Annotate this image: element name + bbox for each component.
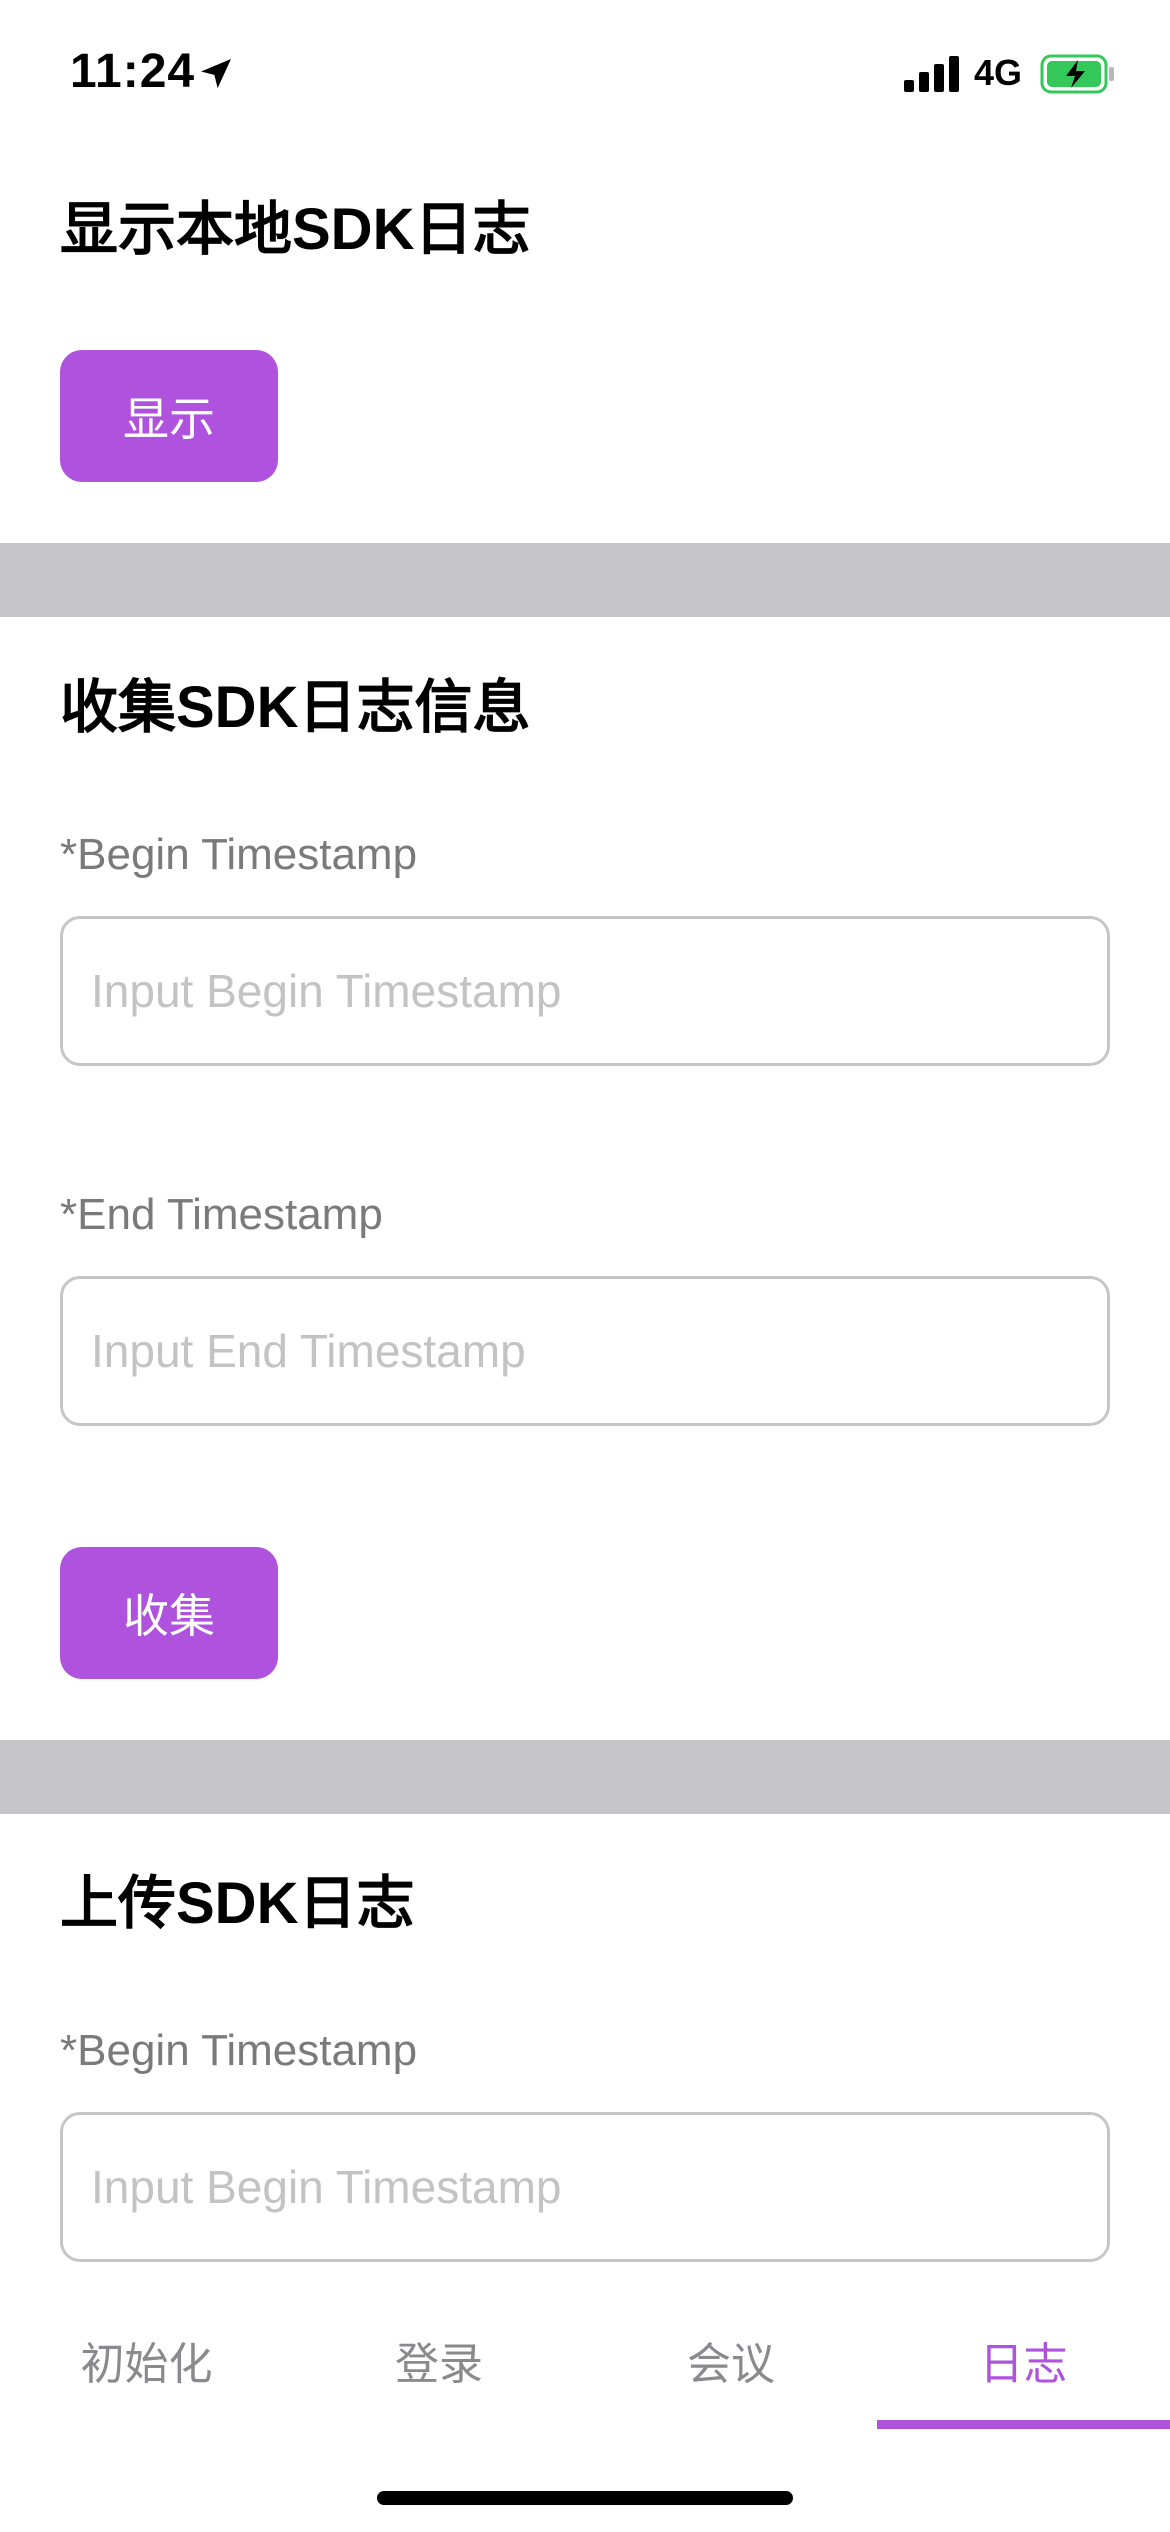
status-time: 11:24 <box>70 45 196 98</box>
location-arrow-icon <box>201 59 231 89</box>
collect-end-timestamp-input[interactable] <box>60 1276 1110 1426</box>
show-button[interactable]: 显示 <box>60 350 278 482</box>
network-type: 4G <box>974 52 1023 93</box>
log-screen: 11:24 4G 显示本地SDK日志 显示 收集SDK日志信息 *Begin T… <box>0 0 1170 2532</box>
upload-begin-label: *Begin Timestamp <box>60 2026 418 2075</box>
tab-login[interactable]: 登录 <box>293 2272 585 2432</box>
cellular-signal-icon <box>904 56 959 92</box>
battery-charging-icon <box>1040 54 1114 94</box>
upload-begin-timestamp-input[interactable] <box>60 2112 1110 2262</box>
active-tab-indicator <box>877 2420 1170 2429</box>
upload-log-title: 上传SDK日志 <box>60 1871 415 1936</box>
tab-bar: 初始化 登录 会议 日志 <box>0 2272 1170 2432</box>
collect-button[interactable]: 收集 <box>60 1547 278 1679</box>
section-divider <box>0 543 1170 617</box>
tab-init[interactable]: 初始化 <box>0 2272 293 2432</box>
section-divider <box>0 1740 1170 1814</box>
collect-begin-timestamp-input[interactable] <box>60 916 1110 1066</box>
tab-meeting[interactable]: 会议 <box>585 2272 877 2432</box>
collect-begin-label: *Begin Timestamp <box>60 830 418 879</box>
collect-end-label: *End Timestamp <box>60 1190 383 1239</box>
tab-log[interactable]: 日志 <box>877 2272 1170 2432</box>
home-indicator[interactable] <box>377 2491 793 2505</box>
collect-log-title: 收集SDK日志信息 <box>60 675 531 740</box>
show-log-title: 显示本地SDK日志 <box>60 197 531 262</box>
status-bar: 11:24 4G <box>0 0 1170 140</box>
